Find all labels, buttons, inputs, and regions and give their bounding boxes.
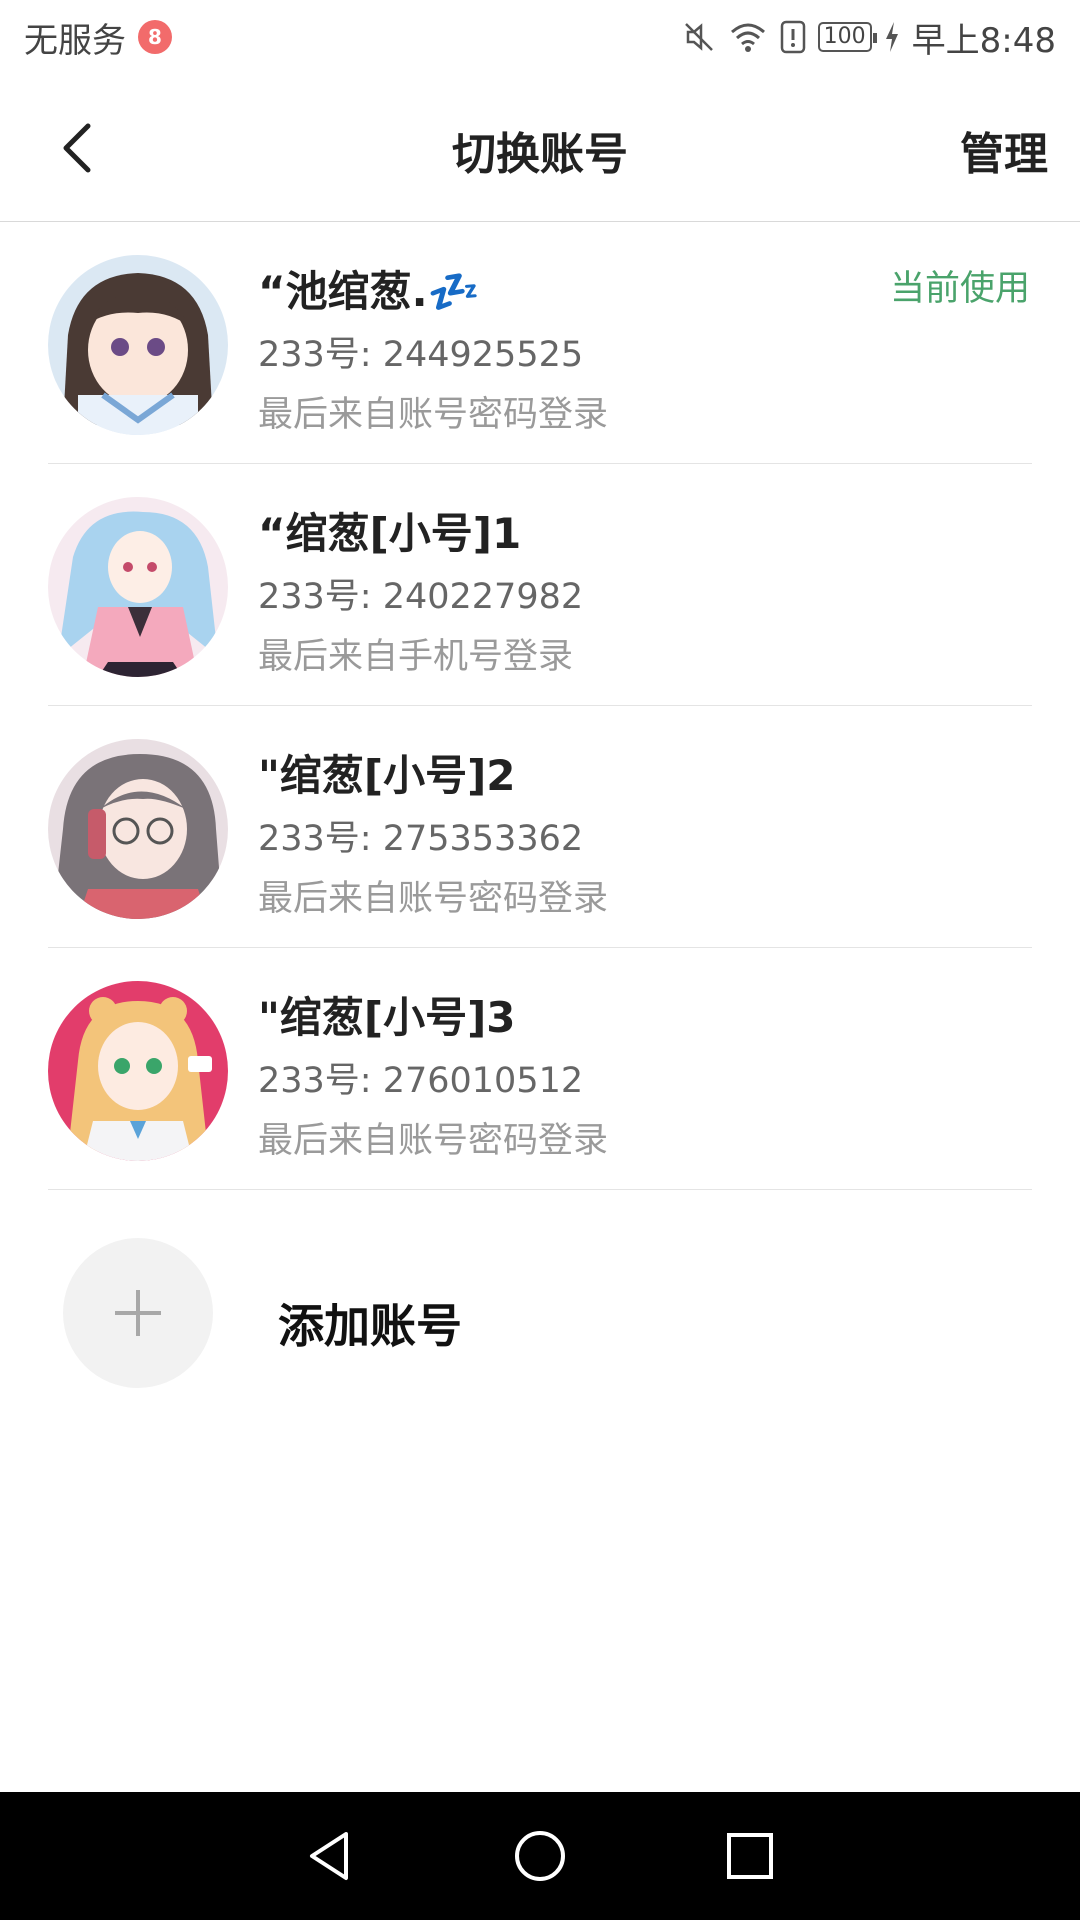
current-account-badge: 当前使用 — [889, 269, 1030, 309]
home-circle-icon — [515, 1831, 565, 1881]
account-name: "绾葱[小号]2 — [258, 751, 516, 800]
account-login-method: 最后来自账号密码登录 — [258, 395, 609, 435]
account-login-method: 最后来自账号密码登录 — [258, 879, 609, 919]
status-right: 100 早上8:48 — [682, 13, 1056, 62]
account-login-method: 最后来自手机号登录 — [258, 637, 574, 677]
battery-icon: 100 — [817, 22, 877, 52]
account-item[interactable]: “绾葱[小号]1 233号: 240227982 最后来自手机号登录 — [48, 464, 1032, 706]
status-time: 早上8:48 — [911, 20, 1056, 61]
app-header: 切换账号 管理 — [0, 74, 1080, 222]
account-item[interactable]: "绾葱[小号]3 233号: 276010512 最后来自账号密码登录 — [48, 948, 1032, 1190]
account-id: 233号: 276010512 — [258, 1061, 584, 1101]
avatar — [48, 981, 228, 1161]
account-item[interactable]: “池绾葱.💤 233号: 244925525 最后来自账号密码登录 当前使用 — [48, 222, 1032, 464]
wifi-icon — [728, 20, 768, 54]
charging-icon — [884, 22, 900, 52]
add-account-circle — [63, 1238, 213, 1388]
account-id: 233号: 244925525 — [258, 335, 584, 375]
system-nav-bar — [0, 1792, 1080, 1920]
mute-icon — [682, 20, 716, 54]
account-id: 233号: 275353362 — [258, 819, 584, 859]
account-name: “绾葱[小号]1 — [258, 509, 522, 558]
status-bar: 无服务 8 100 早上8:48 — [0, 0, 1080, 74]
add-account-button[interactable]: 添加账号 — [0, 1190, 1080, 1390]
account-name: "绾葱[小号]3 — [258, 993, 516, 1042]
account-id: 233号: 240227982 — [258, 577, 584, 617]
account-name: “池绾葱.💤 — [258, 267, 480, 316]
nav-recents-button[interactable] — [720, 1826, 780, 1886]
recents-square-icon — [727, 1833, 773, 1879]
avatar — [48, 739, 228, 919]
sim-alert-icon — [780, 20, 806, 54]
account-list: “池绾葱.💤 233号: 244925525 最后来自账号密码登录 当前使用 “… — [0, 222, 1080, 1190]
carrier-text: 无服务 — [24, 20, 126, 61]
back-triangle-icon — [310, 1832, 348, 1880]
avatar — [48, 255, 228, 435]
page-title: 切换账号 — [452, 129, 628, 180]
account-login-method: 最后来自账号密码登录 — [258, 1121, 609, 1161]
account-item[interactable]: "绾葱[小号]2 233号: 275353362 最后来自账号密码登录 — [48, 706, 1032, 948]
app-notification-icon: 8 — [138, 20, 172, 54]
status-left: 无服务 8 — [24, 13, 172, 62]
add-account-label: 添加账号 — [278, 1299, 462, 1353]
manage-button[interactable]: 管理 — [960, 118, 1048, 182]
plus-icon — [115, 1290, 161, 1336]
nav-back-button[interactable] — [300, 1826, 360, 1886]
nav-home-button[interactable] — [510, 1826, 570, 1886]
avatar — [48, 497, 228, 677]
